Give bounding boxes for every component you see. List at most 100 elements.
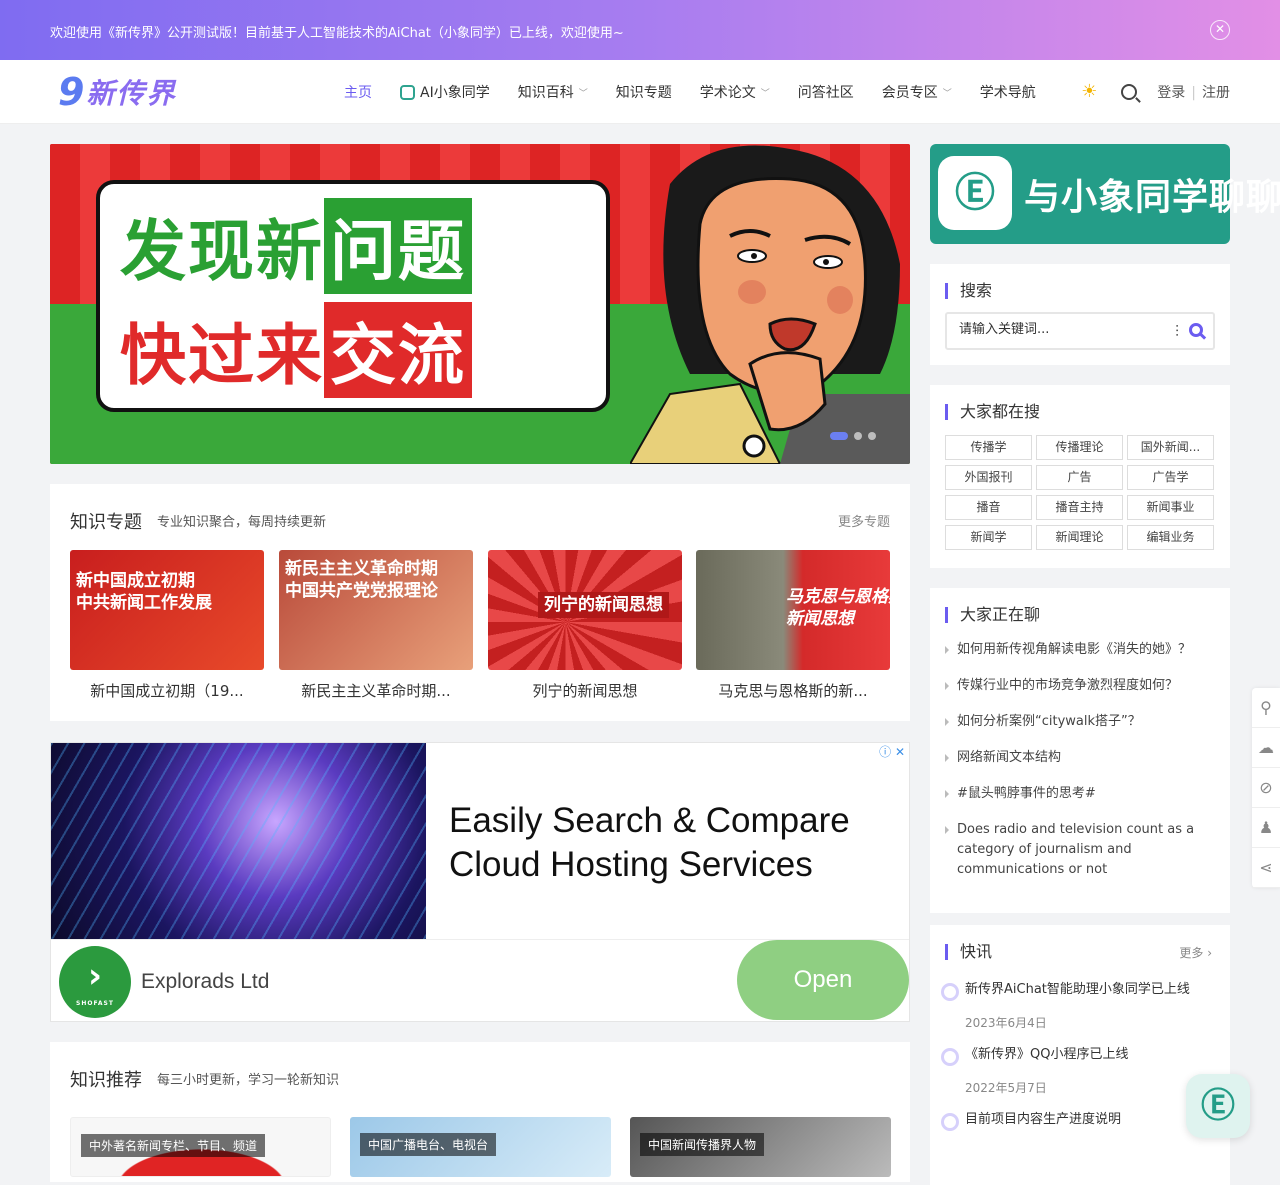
topic-image: 列宁的新闻思想 — [488, 550, 682, 670]
chevron-down-icon: ﹀ — [760, 88, 770, 99]
discussion-item[interactable]: 网络新闻文本结构 — [945, 748, 1215, 768]
widget-title: 快讯 — [945, 944, 992, 960]
widget-title: 大家正在聊 — [945, 607, 1040, 623]
auth-links: 登录 | 注册 — [1157, 82, 1230, 102]
divider: | — [1191, 85, 1196, 101]
news-item[interactable]: 目前项目内容生产进度说明 — [941, 1110, 1215, 1131]
news-list: 新传界AiChat智能助理小象同学已上线 2023年6月4日 《新传界》QQ小程… — [941, 980, 1215, 1144]
announcement-bar: 欢迎使用《新传界》公开测试版！目前基于人工智能技术的AiChat（小象同学）已上… — [0, 0, 1280, 60]
topic-card[interactable]: 新中国成立初期 中共新闻工作发展 新中国成立初期（19... — [70, 550, 264, 701]
chat-with-xiaoxiang-banner[interactable]: Ⓔ 与小象同学聊聊 — [930, 144, 1280, 244]
link-icon[interactable]: ⊘ — [1252, 768, 1280, 808]
more-topics-link[interactable]: 更多专题 — [838, 511, 890, 530]
nav-topics-label: 知识专题 — [615, 85, 672, 101]
logo-name: 新传界 — [86, 77, 177, 110]
ad-headline-line-1: Easily Search & Compare — [449, 801, 850, 840]
banner-line-1: 发现新问题 — [120, 198, 472, 294]
ad-open-button[interactable]: Open — [737, 940, 909, 1020]
register-link[interactable]: 注册 — [1202, 85, 1230, 101]
topic-card[interactable]: 列宁的新闻思想 列宁的新闻思想 — [488, 550, 682, 701]
news-date: 2023年6月4日 — [965, 1016, 1047, 1030]
nav-home[interactable]: 主页 — [344, 82, 372, 102]
hot-tag[interactable]: 国外新闻... — [1127, 435, 1214, 460]
news-item[interactable]: 《新传界》QQ小程序已上线 2022年5月7日 — [941, 1045, 1215, 1096]
speech-bubble: 发现新问题 快过来交流 — [96, 180, 610, 412]
hot-tag[interactable]: 编辑业务 — [1127, 525, 1214, 550]
nav-vip[interactable]: 会员专区 ﹀ — [882, 82, 952, 102]
hot-tag[interactable]: 广告学 — [1127, 465, 1214, 490]
carousel-dot[interactable] — [854, 432, 862, 440]
hero-banner[interactable]: 发现新问题 快过来交流 — [50, 144, 910, 464]
floating-toolbar: ⚲ ☁ ⊘ ♟ ⋖ — [1252, 688, 1280, 888]
discussion-item[interactable]: 如何用新传视角解读电影《消失的她》？ — [945, 640, 1215, 660]
hot-tag[interactable]: 传播学 — [945, 435, 1032, 460]
xiaoxiang-banner-text: 与小象同学聊聊 — [1024, 177, 1280, 218]
filter-icon[interactable]: ⫶ — [1175, 322, 1179, 342]
site-logo[interactable]: 9 新传界 — [58, 70, 176, 114]
banner-line-1-highlight: 问题 — [324, 198, 472, 294]
login-link[interactable]: 登录 — [1157, 85, 1185, 101]
share-icon[interactable]: ⋖ — [1252, 848, 1280, 888]
elephant-icon: Ⓔ — [938, 156, 1012, 230]
nav-ai-xiaoxiang[interactable]: AI小象同学 — [400, 82, 490, 102]
nav-topics[interactable]: 知识专题 — [616, 82, 672, 102]
carousel-dots — [830, 432, 876, 440]
hot-tag[interactable]: 新闻理论 — [1036, 525, 1123, 550]
wechat-icon[interactable]: ☁ — [1252, 728, 1280, 768]
news-title: 目前项目内容生产进度说明 — [965, 1112, 1122, 1127]
search-input[interactable] — [959, 322, 1139, 337]
elephant-icon[interactable]: Ⓔ — [1186, 1074, 1250, 1138]
nav-qa[interactable]: 问答社区 — [798, 82, 854, 102]
ad-image-pattern — [51, 743, 426, 939]
carousel-dot[interactable] — [868, 432, 876, 440]
nav-encyclopedia[interactable]: 知识百科 ﹀ — [518, 82, 588, 102]
knowledge-recommend-section: 知识推荐 每三小时更新，学习一轮新知识 中外著名新闻专栏、节目、频道 中国广播电… — [50, 1042, 910, 1182]
sun-icon[interactable]: ☀ — [1081, 83, 1099, 101]
adchoices-icon[interactable]: ⓘ ✕ — [879, 743, 905, 760]
search-box: ⫶ — [945, 312, 1215, 350]
topic-card[interactable]: 新民主主义革命时期 中国共产党党报理论 新民主主义革命时期... — [279, 550, 473, 701]
recommend-card[interactable]: 中国广播电台、电视台 — [350, 1117, 611, 1177]
search-icon[interactable]: ⚲ — [1252, 688, 1280, 728]
hot-tag[interactable]: 新闻事业 — [1127, 495, 1214, 520]
hot-tag[interactable]: 播音 — [945, 495, 1032, 520]
hot-tag[interactable]: 广告 — [1036, 465, 1123, 490]
hot-tag[interactable]: 新闻学 — [945, 525, 1032, 550]
news-title: 《新传界》QQ小程序已上线 — [965, 1047, 1129, 1062]
ad-image — [51, 743, 426, 939]
header-actions: ☀ 登录 | 注册 — [1081, 60, 1230, 124]
discussion-item[interactable]: 传媒行业中的市场竞争激烈程度如何？ — [945, 676, 1215, 696]
nav-encyclopedia-label: 知识百科 — [517, 85, 574, 101]
news-more-link[interactable]: 更多 › — [1179, 944, 1212, 961]
hot-searches-widget: 大家都在搜 传播学 传播理论 国外新闻... 外国报刊 广告 广告学 播音 播音… — [930, 385, 1230, 568]
topic-image-text: 马克思与恩格斯 新闻思想 — [786, 587, 890, 629]
discussion-item[interactable]: Does radio and television count as a cat… — [945, 820, 1215, 880]
section-title: 知识推荐 — [70, 1070, 142, 1091]
section-subtitle: 每三小时更新，学习一轮新知识 — [157, 1073, 340, 1088]
news-item[interactable]: 新传界AiChat智能助理小象同学已上线 2023年6月4日 — [941, 980, 1215, 1031]
nav-papers[interactable]: 学术论文 ﹀ — [700, 82, 770, 102]
hot-tag[interactable]: 外国报刊 — [945, 465, 1032, 490]
topic-image-text: 新中国成立初期 中共新闻工作发展 — [76, 571, 212, 613]
search-icon[interactable] — [1121, 84, 1138, 100]
search-icon[interactable] — [1189, 323, 1203, 337]
close-icon[interactable]: ✕ — [1210, 20, 1230, 40]
hot-tag[interactable]: 传播理论 — [1036, 435, 1123, 460]
recommend-tag: 中外著名新闻专栏、节目、频道 — [81, 1134, 266, 1157]
advertisement[interactable]: ⓘ ✕ Easily Search & Compare Cloud Hostin… — [50, 742, 910, 1022]
topic-card[interactable]: 马克思与恩格斯 新闻思想 马克思与恩格斯的新... — [696, 550, 890, 701]
recommend-card[interactable]: 中国新闻传播界人物 — [630, 1117, 891, 1177]
qq-icon[interactable]: ♟ — [1252, 808, 1280, 848]
topic-caption: 新民主主义革命时期... — [301, 682, 451, 700]
carousel-dot[interactable] — [830, 432, 848, 440]
recommend-card[interactable]: 中外著名新闻专栏、节目、频道 — [70, 1117, 331, 1177]
topic-image: 新中国成立初期 中共新闻工作发展 — [70, 550, 264, 670]
nav-academic[interactable]: 学术导航 — [980, 82, 1036, 102]
topic-caption: 马克思与恩格斯的新... — [718, 682, 868, 700]
ad-brand-icon-text: SHOFAST — [76, 1000, 114, 1007]
discussion-item[interactable]: #鼠头鸭脖事件的思考# — [945, 784, 1215, 804]
ad-brand: Explorads Ltd — [141, 970, 270, 993]
hot-tag[interactable]: 播音主持 — [1036, 495, 1123, 520]
site-header: 9 新传界 主页 AI小象同学 知识百科 ﹀ 知识专题 学术论文 ﹀ 问答社区 会员… — [0, 60, 1280, 124]
discussion-item[interactable]: 如何分析案例“citywalk搭子”？ — [945, 712, 1215, 732]
